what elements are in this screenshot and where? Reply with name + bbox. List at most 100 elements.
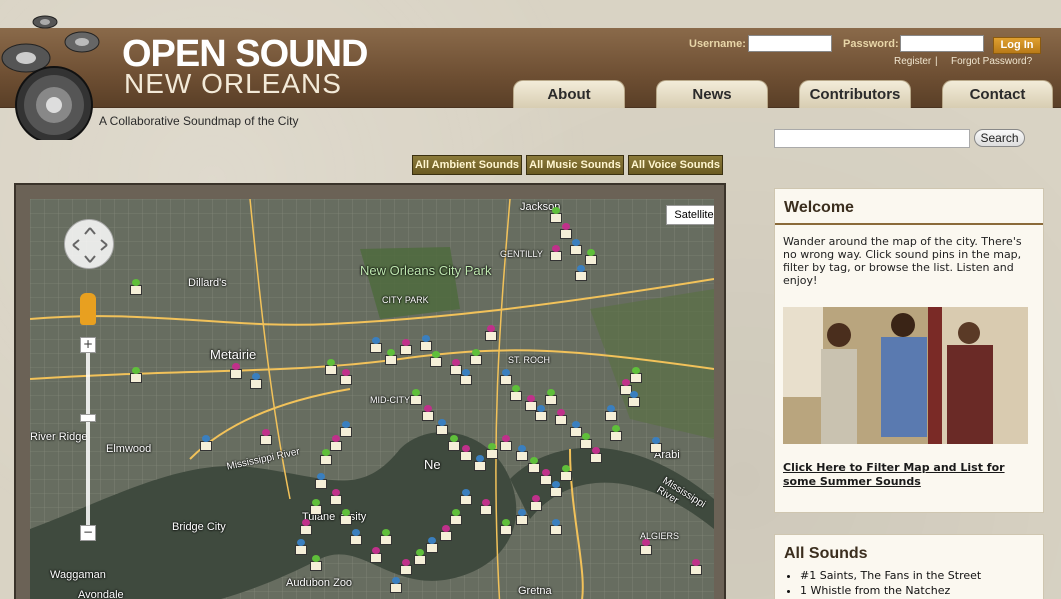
sound-pin-icon[interactable] — [410, 389, 422, 405]
sound-pin-icon[interactable] — [650, 437, 662, 453]
search-button[interactable]: Search — [974, 129, 1025, 147]
sound-pin-icon[interactable] — [460, 369, 472, 385]
sound-pin-icon[interactable] — [555, 409, 567, 425]
speaker-logo-icon[interactable] — [0, 10, 115, 140]
sound-pin-icon[interactable] — [420, 335, 432, 351]
sound-pin-icon[interactable] — [400, 339, 412, 355]
sound-pin-icon[interactable] — [528, 457, 540, 473]
music-filter-button[interactable]: All Music Sounds — [526, 155, 624, 175]
zoom-slider-thumb[interactable] — [80, 414, 96, 422]
sound-pin-icon[interactable] — [610, 425, 622, 441]
register-link[interactable]: Register — [894, 56, 931, 67]
sound-pin-icon[interactable] — [300, 519, 312, 535]
zoom-slider-track[interactable] — [86, 349, 90, 529]
sound-pin-icon[interactable] — [370, 547, 382, 563]
sound-pin-icon[interactable] — [320, 449, 332, 465]
sound-pin-icon[interactable] — [448, 435, 460, 451]
username-input[interactable] — [748, 35, 832, 52]
sound-pin-icon[interactable] — [575, 265, 587, 281]
sound-pin-icon[interactable] — [516, 509, 528, 525]
sound-pin-icon[interactable] — [550, 481, 562, 497]
sound-pin-icon[interactable] — [470, 349, 482, 365]
tab-contact[interactable]: Contact — [942, 80, 1053, 108]
sound-pin-icon[interactable] — [474, 455, 486, 471]
sound-pin-icon[interactable] — [690, 559, 702, 575]
pin-card — [485, 331, 497, 341]
sound-pin-icon[interactable] — [380, 529, 392, 545]
sound-pin-icon[interactable] — [436, 419, 448, 435]
sound-pin-icon[interactable] — [340, 421, 352, 437]
sound-pin-icon[interactable] — [500, 369, 512, 385]
sound-pin-icon[interactable] — [340, 369, 352, 385]
sound-pin-icon[interactable] — [260, 429, 272, 445]
sound-pin-icon[interactable] — [585, 249, 597, 265]
sound-pin-icon[interactable] — [315, 473, 327, 489]
login-button[interactable]: Log In — [993, 37, 1041, 54]
sound-pin-icon[interactable] — [560, 223, 572, 239]
sound-pin-icon[interactable] — [330, 435, 342, 451]
sound-pin-icon[interactable] — [460, 445, 472, 461]
sound-pin-icon[interactable] — [500, 435, 512, 451]
zoom-in-icon[interactable]: + — [80, 337, 96, 353]
voice-filter-button[interactable]: All Voice Sounds — [628, 155, 723, 175]
summer-sounds-link[interactable]: Click Here to Filter Map and List for so… — [783, 461, 1023, 489]
tab-about[interactable]: About — [513, 80, 625, 108]
sound-pin-icon[interactable] — [535, 405, 547, 421]
street-view-pegman-icon[interactable] — [80, 293, 96, 325]
sound-pin-icon[interactable] — [486, 443, 498, 459]
sound-pin-icon[interactable] — [370, 337, 382, 353]
pan-control-icon[interactable] — [64, 219, 114, 269]
sound-pin-icon[interactable] — [510, 385, 522, 401]
zoom-out-icon[interactable]: − — [80, 525, 96, 541]
tab-contributors[interactable]: Contributors — [799, 80, 911, 108]
sound-pin-icon[interactable] — [130, 279, 142, 295]
tab-news[interactable]: News — [656, 80, 768, 108]
sound-pin-icon[interactable] — [130, 367, 142, 383]
sound-pin-icon[interactable] — [570, 239, 582, 255]
sound-pin-icon[interactable] — [310, 499, 322, 515]
sound-pin-icon[interactable] — [516, 445, 528, 461]
sound-pin-icon[interactable] — [590, 447, 602, 463]
sound-pin-icon[interactable] — [200, 435, 212, 451]
sound-pin-icon[interactable] — [310, 555, 322, 571]
sound-pin-icon[interactable] — [500, 519, 512, 535]
sound-pin-icon[interactable] — [400, 559, 412, 575]
sound-pin-icon[interactable] — [325, 359, 337, 375]
sound-pin-icon[interactable] — [350, 529, 362, 545]
sound-pin-icon[interactable] — [295, 539, 307, 555]
sound-pin-icon[interactable] — [480, 499, 492, 515]
sound-pin-icon[interactable] — [605, 405, 617, 421]
sound-pin-icon[interactable] — [550, 519, 562, 535]
sound-pin-icon[interactable] — [530, 495, 542, 511]
sound-pin-icon[interactable] — [340, 509, 352, 525]
sound-pin-icon[interactable] — [560, 465, 572, 481]
sound-pin-icon[interactable] — [385, 349, 397, 365]
sound-pin-icon[interactable] — [440, 525, 452, 541]
sound-pin-icon[interactable] — [330, 489, 342, 505]
sound-pin-icon[interactable] — [630, 367, 642, 383]
forgot-password-link[interactable]: Forgot Password? — [951, 56, 1032, 67]
sound-pin-icon[interactable] — [628, 391, 640, 407]
sound-pin-icon[interactable] — [230, 363, 242, 379]
sound-pin-icon[interactable] — [430, 351, 442, 367]
list-item[interactable]: #1 Saints, The Fans in the Street — [800, 569, 1043, 582]
sound-pin-icon[interactable] — [414, 549, 426, 565]
list-item[interactable]: 1 Whistle from the Natchez — [800, 584, 1043, 597]
sound-pin-icon[interactable] — [450, 509, 462, 525]
sound-pin-icon[interactable] — [460, 489, 472, 505]
satellite-button[interactable]: Satellite — [666, 205, 714, 225]
search-input[interactable] — [774, 129, 970, 148]
logo-subtitle[interactable]: NEW ORLEANS — [124, 70, 342, 98]
sound-pin-icon[interactable] — [545, 389, 557, 405]
sound-pin-icon[interactable] — [485, 325, 497, 341]
sound-map[interactable]: Jackson New Orleans City Park GENTILLY C… — [30, 199, 714, 599]
password-input[interactable] — [900, 35, 984, 52]
sound-pin-icon[interactable] — [550, 207, 562, 223]
sound-pin-icon[interactable] — [550, 245, 562, 261]
sound-pin-icon[interactable] — [640, 539, 652, 555]
sound-pin-icon[interactable] — [250, 373, 262, 389]
sound-pin-icon[interactable] — [426, 537, 438, 553]
ambient-filter-button[interactable]: All Ambient Sounds — [412, 155, 522, 175]
sound-pin-icon[interactable] — [422, 405, 434, 421]
sound-pin-icon[interactable] — [390, 577, 402, 593]
